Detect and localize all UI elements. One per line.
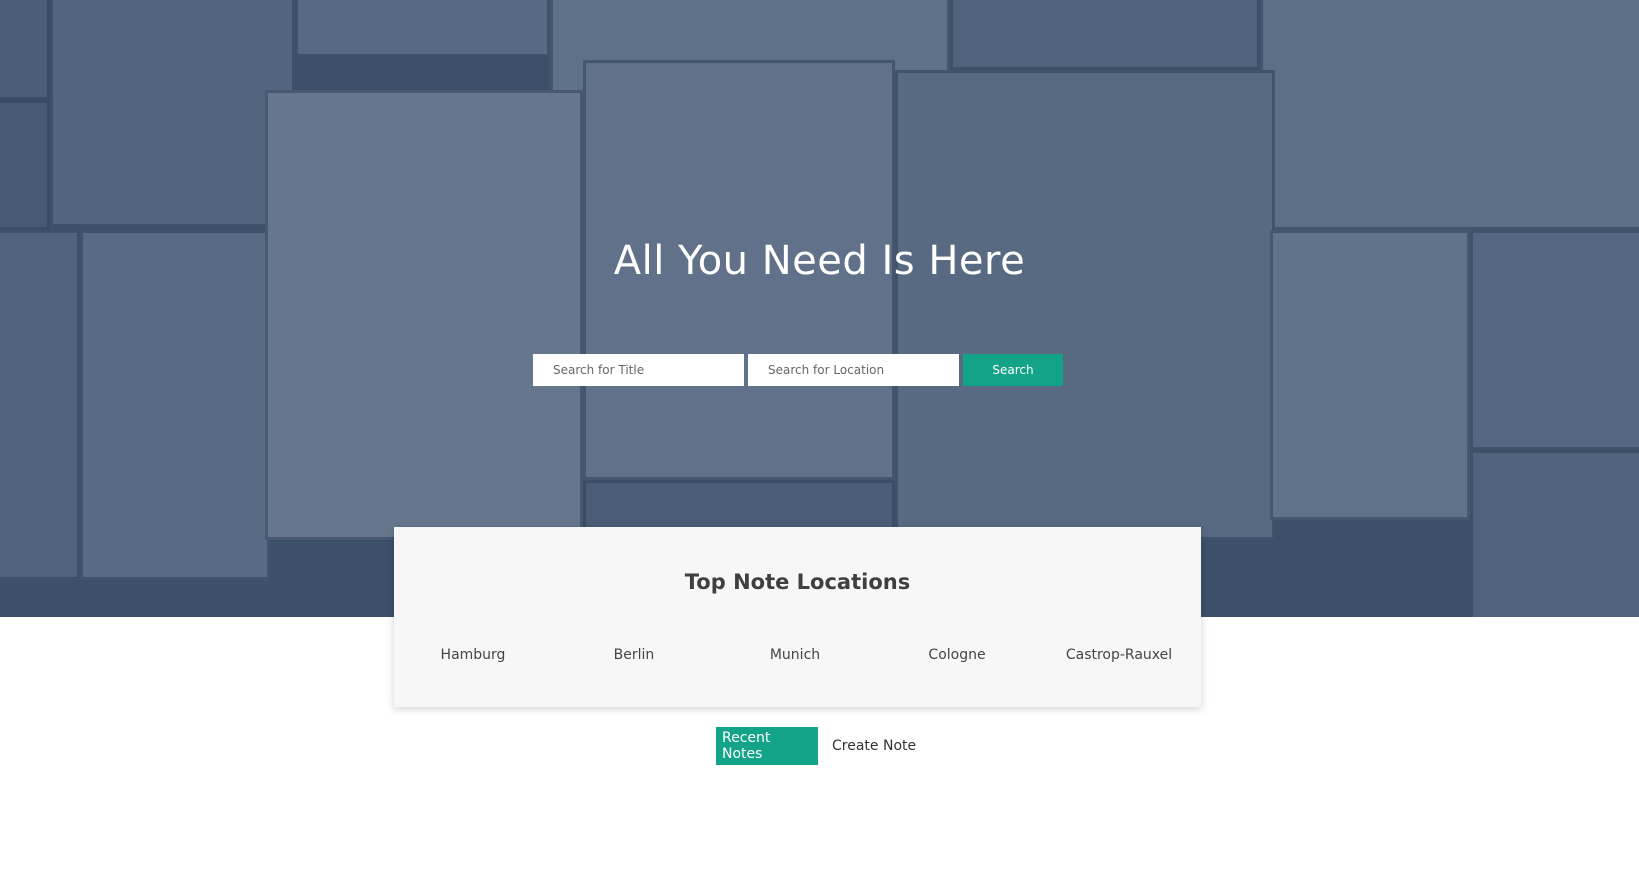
top-locations-card: Top Note Locations Hamburg Berlin Munich… xyxy=(394,527,1201,707)
location-link-hamburg[interactable]: Hamburg xyxy=(441,647,506,663)
tab-create-note[interactable]: Create Note xyxy=(826,727,922,765)
hero-overlay xyxy=(0,0,1639,617)
notes-tabs: Recent Notes Create Note xyxy=(716,727,922,765)
locations-list: Hamburg Berlin Munich Cologne Castrop-Ra… xyxy=(394,647,1201,667)
location-link-castrop-rauxel[interactable]: Castrop-Rauxel xyxy=(1066,647,1172,663)
search-form: Search xyxy=(533,354,1063,386)
hero-title: All You Need Is Here xyxy=(613,238,1026,284)
location-link-munich[interactable]: Munich xyxy=(770,647,820,663)
location-link-cologne[interactable]: Cologne xyxy=(928,647,985,663)
tab-recent-notes[interactable]: Recent Notes xyxy=(716,727,818,765)
location-link-berlin[interactable]: Berlin xyxy=(614,647,655,663)
title-search-input[interactable] xyxy=(533,354,744,386)
top-locations-title: Top Note Locations xyxy=(684,570,911,594)
hero-section: All You Need Is Here Search xyxy=(0,0,1639,617)
location-search-input[interactable] xyxy=(748,354,959,386)
search-button[interactable]: Search xyxy=(963,354,1063,386)
